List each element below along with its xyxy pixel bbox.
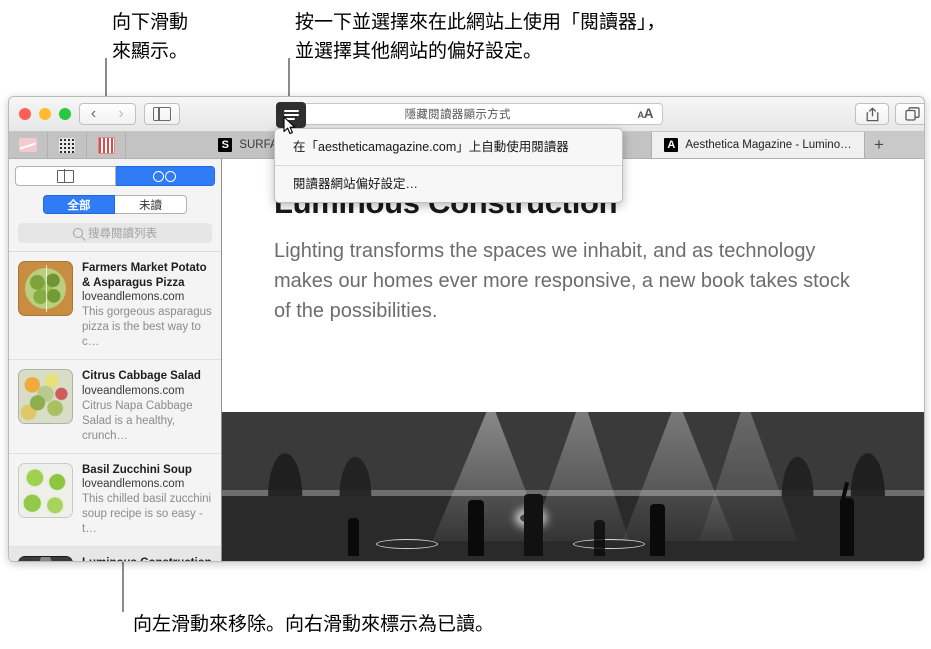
pinned-tab-dots[interactable] xyxy=(48,132,87,158)
pointer-cursor-icon xyxy=(283,116,296,135)
sidebar: 全部 未讀 搜尋閱讀列表 Farmers Market Potato & Asp… xyxy=(9,159,222,561)
item-host: loveandlemons.com xyxy=(82,384,185,397)
bookmarks-tab[interactable] xyxy=(15,166,116,186)
address-bar[interactable]: 隱藏閱讀器顯示方式 AA xyxy=(277,103,663,125)
item-thumbnail xyxy=(18,261,73,316)
item-snippet: This gorgeous asparagus pizza is the bes… xyxy=(82,306,212,348)
visitor-silhouette xyxy=(467,500,484,556)
show-all-tabs-button[interactable] xyxy=(895,103,924,125)
search-icon xyxy=(73,228,83,238)
window-content: 全部 未讀 搜尋閱讀列表 Farmers Market Potato & Asp… xyxy=(9,159,924,561)
chevron-left-icon: ‹ xyxy=(90,105,97,122)
text-size-button[interactable]: AA xyxy=(637,105,662,123)
sidebar-search-wrapper: 搜尋閱讀列表 xyxy=(9,214,221,251)
callout-swipe-down: 向下滑動 來顯示。 xyxy=(112,12,189,62)
share-icon xyxy=(866,107,878,121)
list-item[interactable]: Farmers Market Potato & Asparagus Pizza … xyxy=(9,252,221,360)
share-button[interactable] xyxy=(855,103,889,125)
zoom-button[interactable] xyxy=(59,108,71,120)
aesthetica-favicon: A xyxy=(664,138,679,152)
list-item[interactable]: Basil Zucchini Soup loveandlemons.com Th… xyxy=(9,454,221,547)
menu-item-reader-preferences[interactable]: 閱讀器網站偏好設定… xyxy=(275,170,622,198)
window-titlebar: ‹ › 隱藏閱讀器顯示方式 AA xyxy=(9,97,924,132)
reading-list-tab[interactable] xyxy=(115,166,215,186)
item-host: loveandlemons.com xyxy=(82,291,185,303)
menu-separator xyxy=(275,165,622,166)
callout-reader-button: 按一下並選擇來在此網站上使用「閱讀器」， 並選擇其他網站的偏好設定。 xyxy=(295,12,666,62)
item-snippet: This chilled basil zucchini soup recipe … xyxy=(82,493,212,535)
sidebar-mode-segments xyxy=(9,159,221,186)
item-title: Luminous Construction xyxy=(82,556,213,561)
visitor-silhouette xyxy=(523,494,543,556)
minimize-button[interactable] xyxy=(39,108,51,120)
article-pane: Luminous Construction Lighting transform… xyxy=(222,159,924,561)
item-title: Farmers Market Potato & Asparagus Pizza xyxy=(82,262,207,289)
visitor-silhouette xyxy=(348,518,360,556)
article-lede: Lighting transforms the spaces we inhabi… xyxy=(274,240,850,322)
new-tab-button[interactable]: + xyxy=(865,132,893,158)
pinned-tab-pink[interactable] xyxy=(9,132,48,158)
search-input[interactable]: 搜尋閱讀列表 xyxy=(18,223,212,243)
address-bar-text: 隱藏閱讀器顯示方式 xyxy=(404,109,511,121)
sidebar-icon xyxy=(153,106,171,122)
item-thumbnail xyxy=(18,462,73,518)
show-all-tabs-icon xyxy=(904,107,920,121)
filter-unread[interactable]: 未讀 xyxy=(115,195,187,214)
item-host: loveandlemons.com xyxy=(82,478,185,490)
red-stripe-favicon xyxy=(97,136,115,154)
reading-list-filter: 全部 未讀 xyxy=(9,186,221,214)
callout-swipe-actions: 向左滑動來移除。向右滑動來標示為已讀。 xyxy=(133,614,495,635)
dotted-favicon xyxy=(59,137,75,153)
item-title: Citrus Cabbage Salad xyxy=(82,370,201,382)
floor-light-ring xyxy=(376,538,439,549)
pinned-tab-red[interactable] xyxy=(87,132,126,158)
reader-icon-line xyxy=(283,109,299,112)
hero-image xyxy=(222,412,924,561)
search-placeholder: 搜尋閱讀列表 xyxy=(88,228,157,240)
window-controls xyxy=(19,108,71,120)
screenshot-stage: 向下滑動 來顯示。 按一下並選擇來在此網站上使用「閱讀器」， 並選擇其他網站的偏… xyxy=(0,0,931,649)
item-title: Basil Zucchini Soup xyxy=(82,463,192,476)
callout-leader-line-bottom xyxy=(122,556,124,612)
item-snippet: Citrus Napa Cabbage Salad is a healthy, … xyxy=(82,399,193,442)
tab-title: Aesthetica Magazine - Lumino… xyxy=(685,139,852,151)
pink-favicon xyxy=(19,138,37,152)
list-item[interactable]: Citrus Cabbage Salad loveandlemons.com C… xyxy=(9,360,221,454)
glasses-icon xyxy=(153,170,177,182)
menu-item-auto-use-reader[interactable]: 在「aestheticamagazine.com」上自動使用閱讀器 xyxy=(275,133,622,161)
visitor-silhouette xyxy=(839,498,854,556)
reader-context-menu: 在「aestheticamagazine.com」上自動使用閱讀器 閱讀器網站偏… xyxy=(274,128,623,203)
tab-aesthetica-magazine[interactable]: A Aesthetica Magazine - Lumino… xyxy=(652,132,865,158)
surface-favicon: S xyxy=(218,138,233,152)
sidebar-toggle-button[interactable] xyxy=(144,103,180,125)
forward-button[interactable]: › xyxy=(107,103,136,125)
filter-all[interactable]: 全部 xyxy=(43,195,115,214)
reading-list[interactable]: Farmers Market Potato & Asparagus Pizza … xyxy=(9,251,221,561)
visitor-silhouette xyxy=(594,520,606,556)
visitor-silhouette xyxy=(650,504,666,556)
back-button[interactable]: ‹ xyxy=(79,103,108,125)
text-size-large-glyph: A xyxy=(643,106,654,121)
close-button[interactable] xyxy=(19,108,31,120)
list-item[interactable]: Luminous Construction aestheticamagazine… xyxy=(9,547,221,561)
floor-light-ring xyxy=(573,538,645,549)
book-icon xyxy=(56,169,74,183)
chevron-right-icon: › xyxy=(118,105,124,122)
item-thumbnail xyxy=(18,556,73,561)
item-thumbnail xyxy=(18,369,73,424)
